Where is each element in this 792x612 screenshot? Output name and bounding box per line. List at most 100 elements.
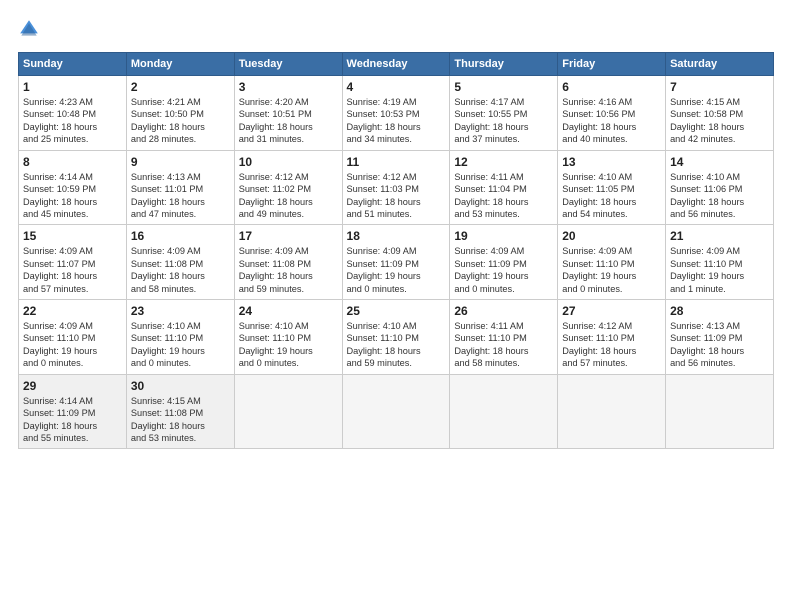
logo-icon	[18, 18, 40, 40]
calendar-cell: 2 Sunrise: 4:21 AM Sunset: 10:50 PM Dayli…	[126, 76, 234, 151]
day-number: 22	[23, 304, 122, 318]
calendar-cell: 1 Sunrise: 4:23 AM Sunset: 10:48 PM Dayli…	[19, 76, 127, 151]
day-number: 30	[131, 379, 230, 393]
day-info: Sunrise: 4:20 AM Sunset: 10:51 PM Daylig…	[239, 96, 338, 146]
calendar-cell: 19 Sunrise: 4:09 AM Sunset: 11:09 PM Dayl…	[450, 225, 558, 300]
day-number: 29	[23, 379, 122, 393]
calendar-cell: 22 Sunrise: 4:09 AM Sunset: 11:10 PM Dayl…	[19, 300, 127, 375]
day-info: Sunrise: 4:09 AM Sunset: 11:09 PM Daylig…	[347, 245, 446, 295]
day-info: Sunrise: 4:14 AM Sunset: 10:59 PM Daylig…	[23, 171, 122, 221]
calendar-header-friday: Friday	[558, 53, 666, 76]
day-number: 14	[670, 155, 769, 169]
day-info: Sunrise: 4:09 AM Sunset: 11:10 PM Daylig…	[670, 245, 769, 295]
calendar-cell: 28 Sunrise: 4:13 AM Sunset: 11:09 PM Dayl…	[666, 300, 774, 375]
page: SundayMondayTuesdayWednesdayThursdayFrid…	[0, 0, 792, 612]
calendar-header-tuesday: Tuesday	[234, 53, 342, 76]
day-number: 1	[23, 80, 122, 94]
day-number: 9	[131, 155, 230, 169]
calendar-cell: 24Sunrise: 4:10 AM Sunset: 11:10 PM Dayl…	[234, 300, 342, 375]
calendar-header-sunday: Sunday	[19, 53, 127, 76]
day-number: 13	[562, 155, 661, 169]
calendar-header-monday: Monday	[126, 53, 234, 76]
day-info: Sunrise: 4:09 AM Sunset: 11:07 PM Daylig…	[23, 245, 122, 295]
day-number: 3	[239, 80, 338, 94]
day-number: 5	[454, 80, 553, 94]
calendar-cell: 12 Sunrise: 4:11 AM Sunset: 11:04 PM Dayl…	[450, 150, 558, 225]
day-number: 12	[454, 155, 553, 169]
calendar-cell: 17Sunrise: 4:09 AM Sunset: 11:08 PM Dayl…	[234, 225, 342, 300]
calendar-cell: 8 Sunrise: 4:14 AM Sunset: 10:59 PM Dayli…	[19, 150, 127, 225]
calendar-cell: 11 Sunrise: 4:12 AM Sunset: 11:03 PM Dayl…	[342, 150, 450, 225]
day-number: 6	[562, 80, 661, 94]
day-info: Sunrise: 4:12 AM Sunset: 11:10 PM Daylig…	[562, 320, 661, 370]
day-number: 7	[670, 80, 769, 94]
day-info: Sunrise: 4:23 AM Sunset: 10:48 PM Daylig…	[23, 96, 122, 146]
day-info: Sunrise: 4:10 AM Sunset: 11:05 PM Daylig…	[562, 171, 661, 221]
day-info: Sunrise: 4:10 AM Sunset: 11:10 PM Daylig…	[239, 320, 338, 370]
calendar-cell	[666, 374, 774, 449]
day-number: 28	[670, 304, 769, 318]
day-info: Sunrise: 4:12 AM Sunset: 11:02 PM Daylig…	[239, 171, 338, 221]
day-number: 23	[131, 304, 230, 318]
calendar-cell: 27Sunrise: 4:12 AM Sunset: 11:10 PM Dayl…	[558, 300, 666, 375]
day-number: 16	[131, 229, 230, 243]
day-number: 19	[454, 229, 553, 243]
day-info: Sunrise: 4:09 AM Sunset: 11:10 PM Daylig…	[23, 320, 122, 370]
day-number: 8	[23, 155, 122, 169]
day-info: Sunrise: 4:17 AM Sunset: 10:55 PM Daylig…	[454, 96, 553, 146]
calendar-cell	[234, 374, 342, 449]
day-number: 11	[347, 155, 446, 169]
calendar-week-row: 29 Sunrise: 4:14 AM Sunset: 11:09 PM Dayl…	[19, 374, 774, 449]
calendar-week-row: 8 Sunrise: 4:14 AM Sunset: 10:59 PM Dayli…	[19, 150, 774, 225]
calendar-cell: 29 Sunrise: 4:14 AM Sunset: 11:09 PM Dayl…	[19, 374, 127, 449]
day-info: Sunrise: 4:16 AM Sunset: 10:56 PM Daylig…	[562, 96, 661, 146]
day-info: Sunrise: 4:09 AM Sunset: 11:08 PM Daylig…	[239, 245, 338, 295]
day-info: Sunrise: 4:15 AM Sunset: 10:58 PM Daylig…	[670, 96, 769, 146]
day-info: Sunrise: 4:15 AM Sunset: 11:08 PM Daylig…	[131, 395, 230, 445]
day-number: 2	[131, 80, 230, 94]
calendar-cell: 20Sunrise: 4:09 AM Sunset: 11:10 PM Dayl…	[558, 225, 666, 300]
calendar-cell: 21Sunrise: 4:09 AM Sunset: 11:10 PM Dayl…	[666, 225, 774, 300]
calendar-header-saturday: Saturday	[666, 53, 774, 76]
day-info: Sunrise: 4:11 AM Sunset: 11:04 PM Daylig…	[454, 171, 553, 221]
calendar-week-row: 15 Sunrise: 4:09 AM Sunset: 11:07 PM Dayl…	[19, 225, 774, 300]
calendar-cell: 18 Sunrise: 4:09 AM Sunset: 11:09 PM Dayl…	[342, 225, 450, 300]
calendar-cell: 3 Sunrise: 4:20 AM Sunset: 10:51 PM Dayli…	[234, 76, 342, 151]
calendar-cell: 13 Sunrise: 4:10 AM Sunset: 11:05 PM Dayl…	[558, 150, 666, 225]
calendar-cell: 23Sunrise: 4:10 AM Sunset: 11:10 PM Dayl…	[126, 300, 234, 375]
day-info: Sunrise: 4:09 AM Sunset: 11:10 PM Daylig…	[562, 245, 661, 295]
day-info: Sunrise: 4:12 AM Sunset: 11:03 PM Daylig…	[347, 171, 446, 221]
day-info: Sunrise: 4:11 AM Sunset: 11:10 PM Daylig…	[454, 320, 553, 370]
day-number: 4	[347, 80, 446, 94]
day-info: Sunrise: 4:13 AM Sunset: 11:09 PM Daylig…	[670, 320, 769, 370]
calendar-week-row: 22 Sunrise: 4:09 AM Sunset: 11:10 PM Dayl…	[19, 300, 774, 375]
calendar-cell: 14 Sunrise: 4:10 AM Sunset: 11:06 PM Dayl…	[666, 150, 774, 225]
calendar-cell: 10 Sunrise: 4:12 AM Sunset: 11:02 PM Dayl…	[234, 150, 342, 225]
day-number: 26	[454, 304, 553, 318]
calendar-cell: 9 Sunrise: 4:13 AM Sunset: 11:01 PM Dayli…	[126, 150, 234, 225]
day-info: Sunrise: 4:10 AM Sunset: 11:06 PM Daylig…	[670, 171, 769, 221]
calendar-cell	[342, 374, 450, 449]
calendar-table: SundayMondayTuesdayWednesdayThursdayFrid…	[18, 52, 774, 449]
calendar-week-row: 1 Sunrise: 4:23 AM Sunset: 10:48 PM Dayli…	[19, 76, 774, 151]
calendar-cell: 5 Sunrise: 4:17 AM Sunset: 10:55 PM Dayli…	[450, 76, 558, 151]
calendar-cell	[450, 374, 558, 449]
day-info: Sunrise: 4:21 AM Sunset: 10:50 PM Daylig…	[131, 96, 230, 146]
calendar-header-thursday: Thursday	[450, 53, 558, 76]
day-info: Sunrise: 4:09 AM Sunset: 11:08 PM Daylig…	[131, 245, 230, 295]
calendar-cell: 30 Sunrise: 4:15 AM Sunset: 11:08 PM Dayl…	[126, 374, 234, 449]
calendar-cell: 15 Sunrise: 4:09 AM Sunset: 11:07 PM Dayl…	[19, 225, 127, 300]
day-info: Sunrise: 4:14 AM Sunset: 11:09 PM Daylig…	[23, 395, 122, 445]
day-info: Sunrise: 4:13 AM Sunset: 11:01 PM Daylig…	[131, 171, 230, 221]
header	[18, 18, 774, 40]
calendar-cell: 6 Sunrise: 4:16 AM Sunset: 10:56 PM Dayli…	[558, 76, 666, 151]
day-number: 25	[347, 304, 446, 318]
day-number: 18	[347, 229, 446, 243]
day-number: 15	[23, 229, 122, 243]
calendar-header-wednesday: Wednesday	[342, 53, 450, 76]
calendar-cell: 4Sunrise: 4:19 AM Sunset: 10:53 PM Dayli…	[342, 76, 450, 151]
logo	[18, 18, 44, 40]
day-info: Sunrise: 4:09 AM Sunset: 11:09 PM Daylig…	[454, 245, 553, 295]
calendar-cell	[558, 374, 666, 449]
day-number: 10	[239, 155, 338, 169]
